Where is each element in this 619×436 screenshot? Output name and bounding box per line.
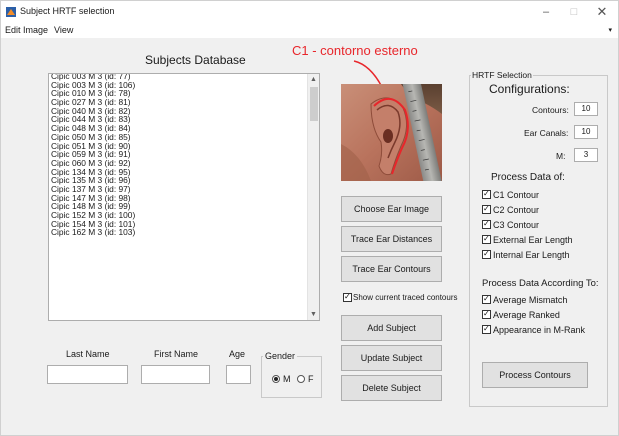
age-input[interactable]	[226, 365, 251, 384]
list-item[interactable]: Cipic 162 M 3 (id: 103)	[50, 228, 308, 237]
ear-image	[341, 84, 442, 181]
menu-edit[interactable]: Edit	[5, 25, 21, 35]
minimize-button[interactable]: –	[535, 4, 557, 20]
gender-f-radio[interactable]	[297, 375, 305, 383]
process-according-title: Process Data According To:	[482, 278, 599, 289]
gender-m-radio[interactable]	[272, 375, 280, 383]
show-contours-label: Show current traced contours	[353, 293, 458, 302]
internal-ear-length-checkbox[interactable]	[482, 249, 491, 259]
age-label: Age	[229, 349, 246, 359]
scroll-up-icon[interactable]: ▲	[310, 76, 317, 83]
show-contours-checkbox[interactable]	[343, 292, 352, 302]
menu-bar: Edit Image View ▾	[1, 23, 618, 38]
contours-label: Contours:	[532, 105, 569, 115]
c2-contour-checkbox[interactable]	[482, 204, 491, 214]
contours-input[interactable]: 10	[574, 102, 598, 116]
appearance-m-rank-label: Appearance in M-Rank	[493, 325, 586, 335]
average-mismatch-checkbox[interactable]	[482, 294, 491, 304]
m-label: M:	[556, 151, 566, 161]
internal-ear-length-label: Internal Ear Length	[493, 250, 570, 260]
hrtf-panel-title: HRTF Selection	[471, 70, 533, 80]
list-scrollbar[interactable]: ▲ ▼	[307, 74, 319, 320]
maximize-button[interactable]: □	[563, 4, 585, 20]
last-name-label: Last Name	[66, 349, 110, 359]
first-name-input[interactable]	[141, 365, 210, 384]
m-input[interactable]: 3	[574, 148, 598, 162]
subjects-list: Cipic 003 M 3 (id: 77) Cipic 003 M 3 (id:…	[50, 74, 308, 316]
ear-canals-label: Ear Canals:	[524, 128, 569, 138]
c3-contour-checkbox[interactable]	[482, 219, 491, 229]
title-bar: Subject HRTF selection – □ ✕	[1, 1, 618, 23]
choose-ear-image-button[interactable]: Choose Ear Image	[341, 196, 442, 222]
scrollbar-thumb[interactable]	[310, 87, 318, 121]
average-ranked-checkbox[interactable]	[482, 309, 491, 319]
matlab-figure-icon	[6, 7, 16, 17]
c3-contour-label: C3 Contour	[493, 220, 540, 230]
appearance-m-rank-checkbox[interactable]	[482, 324, 491, 334]
trace-ear-distances-button[interactable]: Trace Ear Distances	[341, 226, 442, 252]
c1-contour-label: C1 Contour	[493, 190, 540, 200]
process-contours-button[interactable]: Process Contours	[482, 362, 588, 388]
c2-contour-label: C2 Contour	[493, 205, 540, 215]
ear-canals-input[interactable]: 10	[574, 125, 598, 139]
trace-ear-contours-button[interactable]: Trace Ear Contours	[341, 256, 442, 282]
add-subject-button[interactable]: Add Subject	[341, 315, 442, 341]
gender-m-label: M	[283, 374, 291, 384]
average-mismatch-label: Average Mismatch	[493, 295, 568, 305]
first-name-label: First Name	[154, 349, 199, 359]
app-window: Subject HRTF selection – □ ✕ Edit Image …	[0, 0, 619, 436]
close-button[interactable]: ✕	[591, 4, 613, 20]
gender-f-label: F	[308, 374, 314, 384]
average-ranked-label: Average Ranked	[493, 310, 560, 320]
scroll-down-icon[interactable]: ▼	[310, 311, 317, 318]
gender-label: Gender	[263, 351, 298, 361]
last-name-input[interactable]	[47, 365, 128, 384]
annotation-label: C1 - contorno esterno	[292, 43, 418, 58]
update-subject-button[interactable]: Update Subject	[341, 345, 442, 371]
delete-subject-button[interactable]: Delete Subject	[341, 375, 442, 401]
external-ear-length-checkbox[interactable]	[482, 234, 491, 244]
toolbar-toggle-icon[interactable]: ▾	[608, 26, 612, 34]
database-title: Subjects Database	[145, 53, 246, 67]
menu-image[interactable]: Image	[23, 25, 48, 35]
subjects-listbox[interactable]: Cipic 003 M 3 (id: 77) Cipic 003 M 3 (id:…	[48, 73, 320, 321]
menu-view[interactable]: View	[54, 25, 73, 35]
c1-contour-checkbox[interactable]	[482, 189, 491, 199]
process-data-title: Process Data of:	[491, 172, 565, 183]
window-title: Subject HRTF selection	[20, 6, 115, 16]
external-ear-length-label: External Ear Length	[493, 235, 573, 245]
configurations-title: Configurations:	[489, 82, 570, 96]
